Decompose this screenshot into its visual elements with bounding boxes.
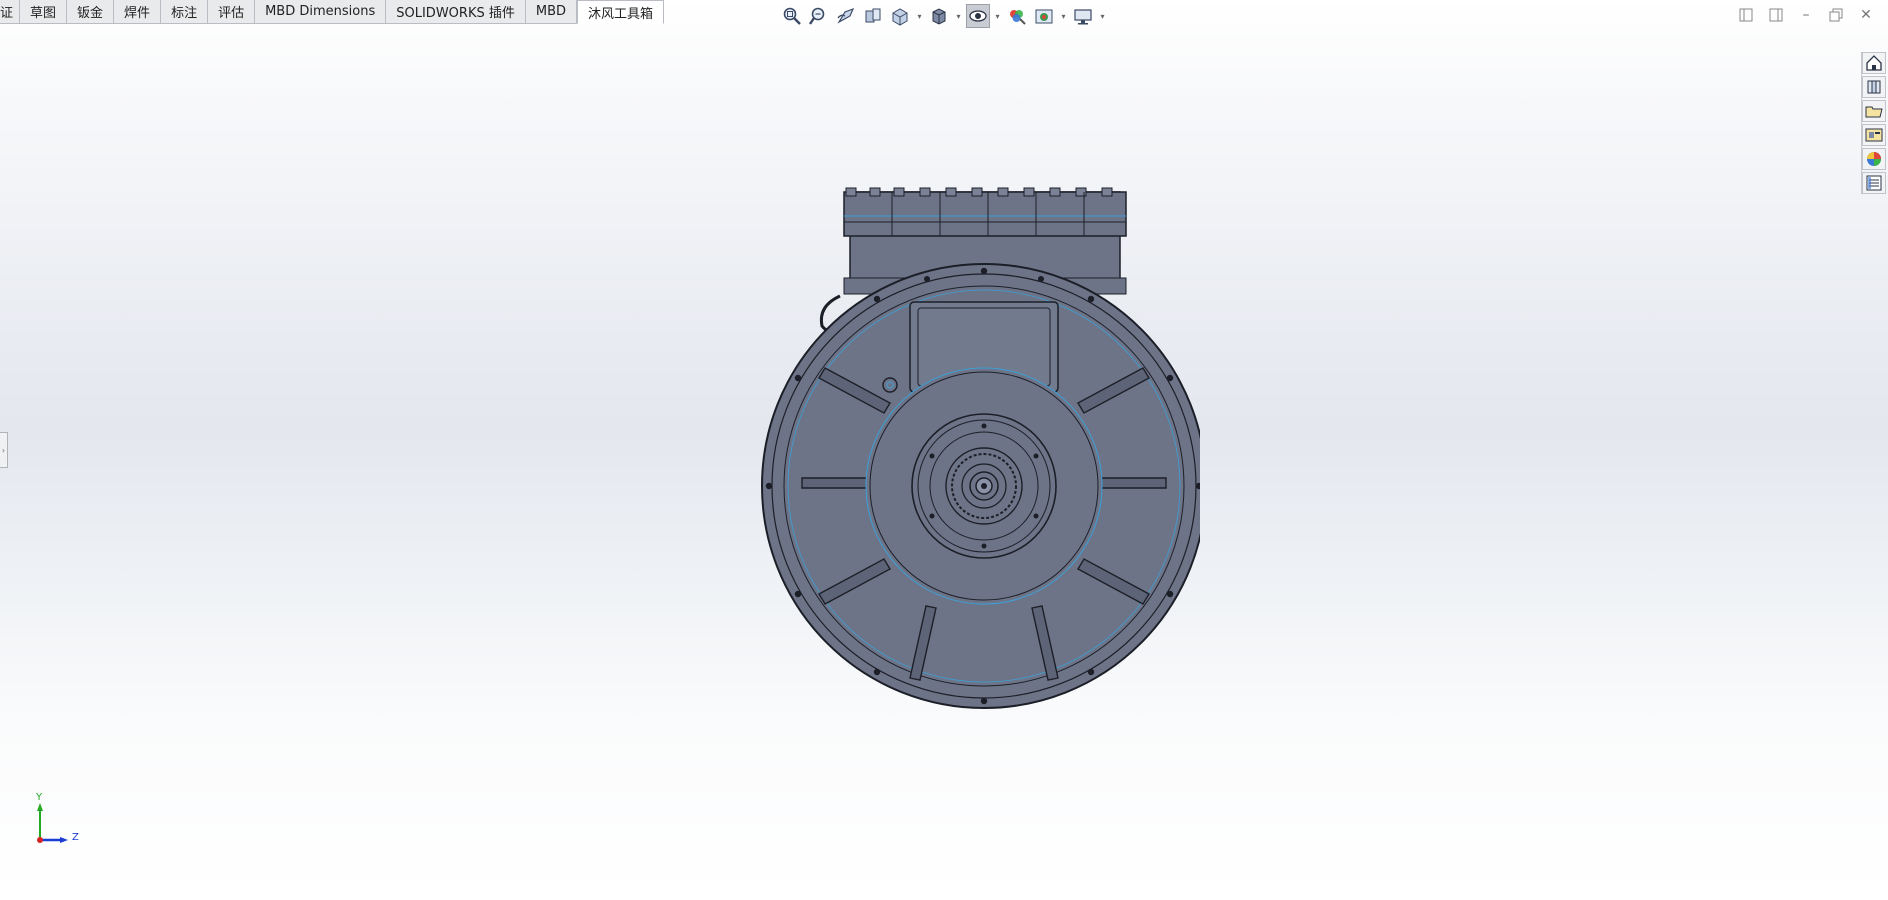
triad-axes-graphic xyxy=(37,803,68,843)
command-manager-tabs: 证 草图 钣金 焊件 标注 评估 MBD Dimensions SOLIDWOR… xyxy=(0,0,665,24)
chevron-down-icon[interactable]: ▾ xyxy=(954,12,963,21)
tab-mbd[interactable]: MBD xyxy=(525,0,578,24)
view-orientation-icon[interactable] xyxy=(888,4,912,28)
zoom-to-area-icon[interactable] xyxy=(807,4,831,28)
design-library-icon[interactable] xyxy=(1862,76,1886,98)
previous-view-icon[interactable] xyxy=(834,4,858,28)
chevron-down-icon[interactable]: ▾ xyxy=(1098,12,1107,21)
feature-manager-flyout-handle[interactable]: › xyxy=(0,432,8,468)
reference-triad: Y Z xyxy=(30,792,90,855)
custom-properties-icon[interactable] xyxy=(1862,172,1886,194)
chevron-down-icon[interactable]: ▾ xyxy=(993,12,1002,21)
tile-left-icon[interactable] xyxy=(1736,6,1756,24)
display-style-icon[interactable] xyxy=(927,4,951,28)
triad-y-label: Y xyxy=(36,792,43,803)
tab-solidworks-addins[interactable]: SOLIDWORKS 插件 xyxy=(386,0,526,24)
tab-features[interactable]: 证 xyxy=(0,0,21,24)
appearances-scenes-icon[interactable] xyxy=(1862,148,1886,170)
hide-show-items-icon[interactable] xyxy=(966,4,990,28)
motor-housing-model[interactable] xyxy=(740,178,1207,722)
file-explorer-icon[interactable] xyxy=(1862,100,1886,122)
tab-mbd-dimensions[interactable]: MBD Dimensions xyxy=(255,0,387,24)
window-controls: – ✕ xyxy=(1736,6,1876,24)
tab-sheet-metal[interactable]: 钣金 xyxy=(67,0,115,24)
tab-mufeng-toolbox[interactable]: 沐风工具箱 xyxy=(577,0,665,24)
tab-markup[interactable]: 标注 xyxy=(161,0,209,24)
tab-weldments[interactable]: 焊件 xyxy=(114,0,162,24)
zoom-to-fit-icon[interactable] xyxy=(780,4,804,28)
chevron-right-icon: › xyxy=(1,445,6,455)
tab-sketch[interactable]: 草图 xyxy=(20,0,68,24)
heads-up-view-toolbar: ▾ ▾ ▾ ▾ ▾ xyxy=(780,3,1107,29)
chevron-down-icon[interactable]: ▾ xyxy=(1059,12,1068,21)
chevron-down-icon[interactable]: ▾ xyxy=(915,12,924,21)
minimize-icon[interactable]: – xyxy=(1796,6,1816,24)
apply-scene-icon[interactable] xyxy=(1032,4,1056,28)
tile-right-icon[interactable] xyxy=(1766,6,1786,24)
triad-z-label: Z xyxy=(72,832,79,843)
tab-evaluate[interactable]: 评估 xyxy=(208,0,256,24)
solidworks-resources-icon[interactable] xyxy=(1862,52,1886,74)
restore-icon[interactable] xyxy=(1826,6,1846,24)
close-icon[interactable]: ✕ xyxy=(1856,6,1876,24)
task-pane-tabs xyxy=(1861,52,1888,194)
model-viewport-graphic xyxy=(761,187,1207,709)
view-settings-icon[interactable] xyxy=(1071,4,1095,28)
section-view-icon[interactable] xyxy=(861,4,885,28)
view-palette-icon[interactable] xyxy=(1862,124,1886,146)
edit-appearance-icon[interactable] xyxy=(1005,4,1029,28)
